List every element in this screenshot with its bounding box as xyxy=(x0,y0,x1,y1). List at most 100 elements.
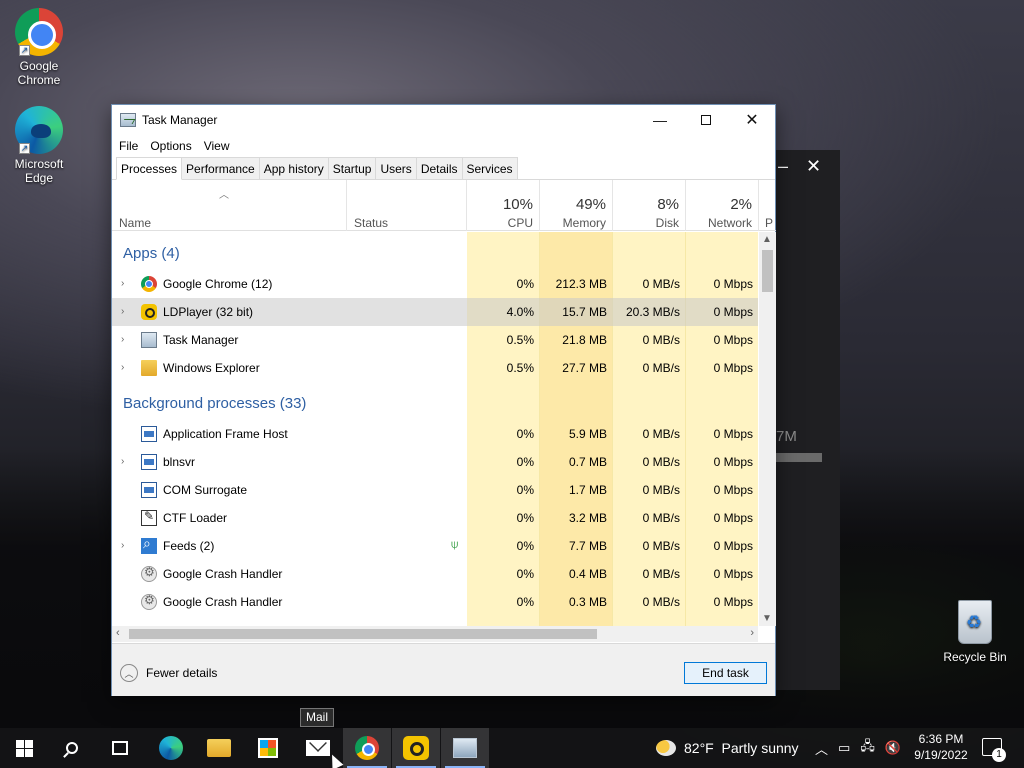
cpu-value: 0% xyxy=(516,277,534,291)
expand-icon[interactable]: › xyxy=(121,306,124,317)
horizontal-scrollbar[interactable]: ‹ › xyxy=(112,626,758,642)
disk-value: 0 MB/s xyxy=(642,277,680,291)
tab-performance[interactable]: Performance xyxy=(181,157,260,179)
cpu-value: 0% xyxy=(516,427,534,441)
network-value: 0 Mbps xyxy=(713,567,753,581)
close-button[interactable]: ✕ xyxy=(729,105,775,135)
edge-icon: ↗ xyxy=(15,106,63,154)
search-icon xyxy=(66,742,78,754)
expand-icon[interactable]: › xyxy=(121,540,124,551)
feeds-icon xyxy=(141,535,157,554)
menu-options[interactable]: Options xyxy=(150,139,191,153)
column-cpu[interactable]: 10% CPU xyxy=(467,180,540,231)
search-button[interactable] xyxy=(48,728,96,768)
taskbar-file-explorer[interactable] xyxy=(195,728,243,768)
taskbar-chrome[interactable] xyxy=(343,728,391,768)
taskbar-task-manager[interactable] xyxy=(441,728,489,768)
expand-icon[interactable]: › xyxy=(121,456,124,467)
taskbar-ldplayer[interactable] xyxy=(392,728,440,768)
close-icon[interactable]: ✕ xyxy=(806,156,821,177)
column-power[interactable]: P xyxy=(759,180,776,231)
table-row[interactable]: › Task Manager 0.5% 21.8 MB 0 MB/s 0 Mbp… xyxy=(112,326,758,354)
table-row[interactable]: › Windows Explorer 0.5% 27.7 MB 0 MB/s 0… xyxy=(112,354,758,382)
network-value: 0 Mbps xyxy=(713,305,753,319)
memory-value: 7.7 MB xyxy=(568,539,607,553)
table-row[interactable]: › LDPlayer (32 bit) 4.0% 15.7 MB 20.3 MB… xyxy=(112,298,758,326)
expand-icon[interactable]: › xyxy=(121,362,124,373)
tab-processes[interactable]: Processes xyxy=(116,157,183,180)
table-row[interactable]: › Google Chrome (12) 0% 212.3 MB 0 MB/s … xyxy=(112,270,758,298)
scroll-thumb[interactable] xyxy=(762,250,773,292)
column-disk[interactable]: 8% Disk xyxy=(613,180,686,231)
network-value: 0 Mbps xyxy=(713,483,753,497)
expand-icon[interactable]: › xyxy=(121,278,124,289)
clock[interactable]: 6:36 PM 9/19/2022 xyxy=(906,731,976,763)
network-value: 0 Mbps xyxy=(713,277,753,291)
column-name[interactable]: ︿ Name xyxy=(112,180,347,231)
start-button[interactable] xyxy=(0,728,48,768)
store-icon xyxy=(258,738,278,758)
tab-app-history[interactable]: App history xyxy=(258,157,329,179)
memory-value: 27.7 MB xyxy=(562,361,607,375)
taskbar-store[interactable] xyxy=(244,728,292,768)
column-network[interactable]: 2% Network xyxy=(686,180,759,231)
table-row[interactable]: Google Crash Handler 0% 0.3 MB 0 MB/s 0 … xyxy=(112,588,758,616)
desktop-icon-chrome[interactable]: ↗ Google Chrome xyxy=(4,8,74,87)
minimize-icon[interactable]: – xyxy=(778,156,788,177)
end-task-button[interactable]: End task xyxy=(684,662,767,684)
network-value: 0 Mbps xyxy=(713,595,753,609)
app-window-icon xyxy=(141,426,157,442)
process-name: Application Frame Host xyxy=(163,427,288,441)
memory-total: 49% xyxy=(575,196,606,213)
task-view-button[interactable] xyxy=(96,728,144,768)
tablet-icon[interactable]: ▭ xyxy=(838,740,850,756)
tab-users[interactable]: Users xyxy=(375,157,417,179)
tab-bar: Processes Performance App history Startu… xyxy=(112,157,775,180)
efficiency-leaf-icon: ⍦ xyxy=(451,537,459,551)
expand-icon[interactable]: › xyxy=(121,334,124,345)
table-row[interactable]: Application Frame Host 0% 5.9 MB 0 MB/s … xyxy=(112,420,758,448)
process-name: Feeds (2) xyxy=(163,539,215,553)
network-value: 0 Mbps xyxy=(713,511,753,525)
scroll-left-icon[interactable]: ‹ xyxy=(116,627,120,639)
vertical-scrollbar[interactable]: ▲ ▼ xyxy=(759,232,776,626)
table-row[interactable]: Google Crash Handler 0% 0.4 MB 0 MB/s 0 … xyxy=(112,560,758,588)
desktop-icon-label: Recycle Bin xyxy=(943,650,1007,664)
task-view-icon xyxy=(112,741,128,755)
desktop-icon-edge[interactable]: ↗ Microsoft Edge xyxy=(4,106,74,185)
network-icon[interactable]: 🖧 xyxy=(860,737,875,759)
menu-file[interactable]: File xyxy=(119,139,138,153)
table-row[interactable]: › Feeds (2) ⍦ 0% 7.7 MB 0 MB/s 0 Mbps xyxy=(112,532,758,560)
tab-startup[interactable]: Startup xyxy=(327,157,377,179)
window-title: Task Manager xyxy=(142,113,218,127)
memory-value: 15.7 MB xyxy=(562,305,607,319)
tab-details[interactable]: Details xyxy=(415,157,463,179)
task-manager-window: Task Manager — ✕ File Options View Proce… xyxy=(111,104,776,696)
scroll-down-icon[interactable]: ▼ xyxy=(762,613,772,624)
tab-services[interactable]: Services xyxy=(461,157,518,179)
menu-view[interactable]: View xyxy=(204,139,230,153)
scroll-right-icon[interactable]: › xyxy=(750,627,754,639)
table-row[interactable]: COM Surrogate 0% 1.7 MB 0 MB/s 0 Mbps xyxy=(112,476,758,504)
task-manager-icon xyxy=(120,113,136,127)
desktop-icon-recycle-bin[interactable]: Recycle Bin xyxy=(940,600,1010,664)
disk-value: 0 MB/s xyxy=(642,483,680,497)
taskbar-edge[interactable] xyxy=(147,728,195,768)
process-name: LDPlayer (32 bit) xyxy=(163,305,254,319)
title-bar[interactable]: Task Manager — ✕ xyxy=(112,105,775,135)
volume-muted-icon[interactable]: 🔇 xyxy=(885,740,901,756)
fewer-details-button[interactable]: ︿ Fewer details xyxy=(120,664,217,682)
scroll-thumb[interactable] xyxy=(129,629,597,639)
column-status[interactable]: Status xyxy=(347,180,467,231)
table-row[interactable]: CTF Loader 0% 3.2 MB 0 MB/s 0 Mbps xyxy=(112,504,758,532)
minimize-button[interactable]: — xyxy=(637,105,683,135)
chevron-up-icon[interactable]: ︿ xyxy=(815,739,828,758)
disk-total: 8% xyxy=(657,196,679,213)
table-row[interactable]: › blnsvr 0% 0.7 MB 0 MB/s 0 Mbps xyxy=(112,448,758,476)
background-window[interactable]: – ✕ 7M xyxy=(776,150,840,690)
mail-icon xyxy=(306,740,330,756)
weather-widget[interactable]: 82°F Partly sunny xyxy=(656,728,799,768)
scroll-up-icon[interactable]: ▲ xyxy=(762,234,772,245)
column-memory[interactable]: 49% Memory xyxy=(540,180,613,231)
maximize-button[interactable] xyxy=(683,105,729,135)
